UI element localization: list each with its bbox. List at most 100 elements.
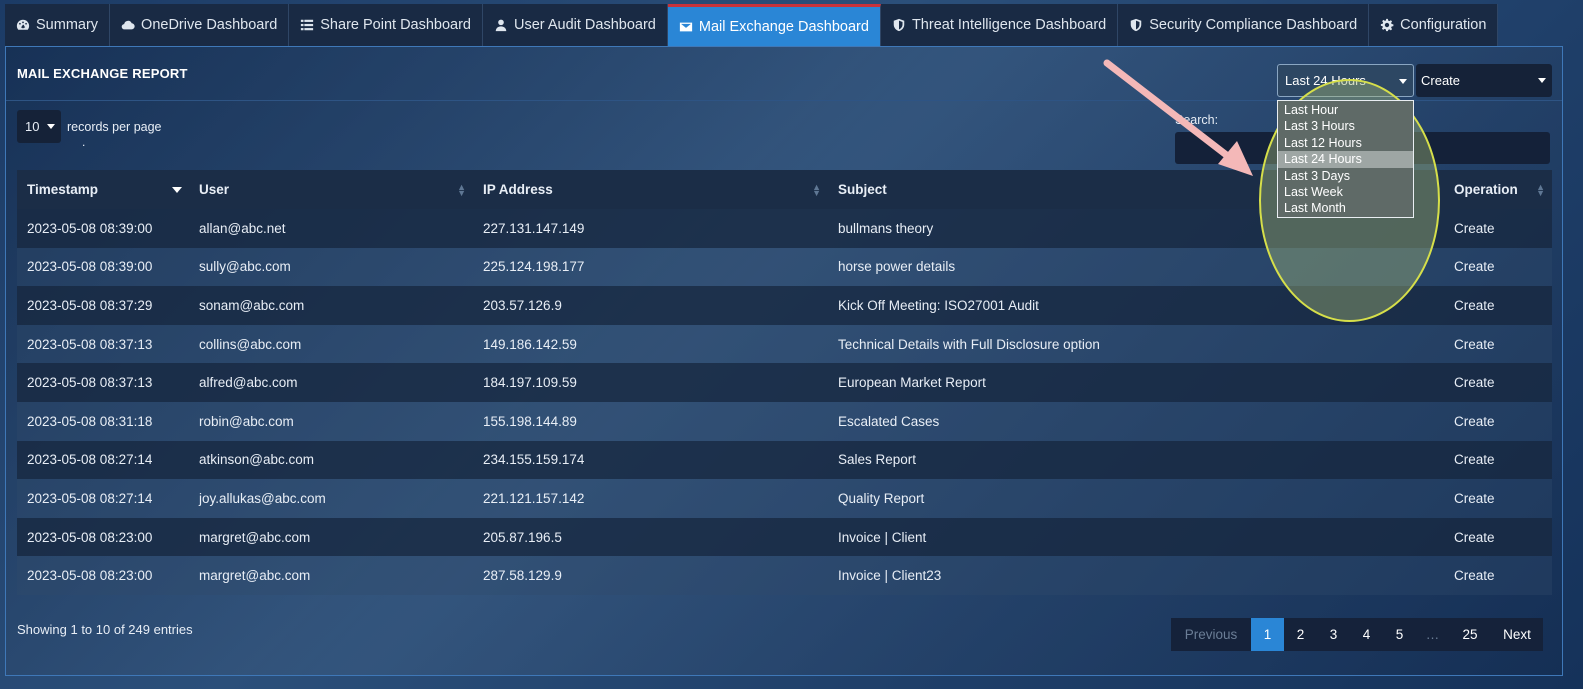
pagination-next[interactable]: Next xyxy=(1491,618,1543,651)
cell-user: alfred@abc.com xyxy=(199,375,298,391)
cell-user: margret@abc.com xyxy=(199,568,311,584)
list-icon xyxy=(300,18,314,32)
dashboard-icon xyxy=(16,18,30,32)
cell-user: joy.allukas@abc.com xyxy=(199,490,326,506)
cell-ip-address: 149.186.142.59 xyxy=(483,336,577,352)
pagination-previous[interactable]: Previous xyxy=(1171,618,1251,651)
cell-ip-address: 225.124.198.177 xyxy=(483,259,585,275)
tab-security-compliance-dashboard[interactable]: Security Compliance Dashboard xyxy=(1118,4,1370,46)
records-per-page-select[interactable]: 10 xyxy=(17,110,61,143)
cell-subject: horse power details xyxy=(838,259,956,275)
column-header-user[interactable]: User ▲ ▼ xyxy=(189,182,473,197)
stray-dot: . xyxy=(82,135,86,149)
tab-label: Summary xyxy=(36,17,99,33)
cell-ip-address: 287.58.129.9 xyxy=(483,568,562,584)
time-option-last-3-hours[interactable]: Last 3 Hours xyxy=(1278,118,1413,134)
column-header-timestamp[interactable]: Timestamp xyxy=(17,182,189,197)
envelope-icon xyxy=(679,20,693,34)
tab-mail-exchange-dashboard[interactable]: Mail Exchange Dashboard xyxy=(667,4,881,46)
records-per-page-control: 10 records per page xyxy=(17,110,162,143)
cell-timestamp: 2023-05-08 08:27:14 xyxy=(27,490,153,506)
table-info: Showing 1 to 10 of 249 entries xyxy=(17,622,193,637)
cell-operation: Create xyxy=(1454,452,1495,468)
column-header-ip-address[interactable]: IP Address ▲ ▼ xyxy=(473,182,828,197)
mail-exchange-report-panel: MAIL EXCHANGE REPORT Last 24 Hours Creat… xyxy=(5,46,1563,676)
time-range-select[interactable]: Last 24 Hours xyxy=(1277,64,1414,97)
search-label: Search: xyxy=(1175,113,1219,127)
cell-ip-address: 203.57.126.9 xyxy=(483,297,562,313)
time-option-last-month[interactable]: Last Month xyxy=(1278,200,1413,216)
cell-operation: Create xyxy=(1454,529,1495,545)
table-row: 2023-05-08 08:27:14 atkinson@abc.com 234… xyxy=(17,440,1552,480)
chevron-down-icon xyxy=(47,124,55,129)
table-row: 2023-05-08 08:27:14 joy.allukas@abc.com … xyxy=(17,479,1552,518)
cell-user: sonam@abc.com xyxy=(199,297,305,313)
cell-user: allan@abc.net xyxy=(199,220,286,236)
sort-icon: ▲ ▼ xyxy=(812,181,821,198)
tab-label: OneDrive Dashboard xyxy=(141,17,278,33)
cell-timestamp: 2023-05-08 08:31:18 xyxy=(27,413,153,429)
table-row: 2023-05-08 08:31:18 robin@abc.com 155.19… xyxy=(17,401,1552,441)
tab-label: Share Point Dashboard xyxy=(320,17,472,33)
pagination-page-25[interactable]: 25 xyxy=(1449,618,1491,651)
time-option-last-12-hours[interactable]: Last 12 Hours xyxy=(1278,135,1413,151)
cell-operation: Create xyxy=(1454,490,1495,506)
time-option-last-week[interactable]: Last Week xyxy=(1278,184,1413,200)
time-option-last-24-hours[interactable]: Last 24 Hours xyxy=(1278,151,1413,168)
cell-operation: Create xyxy=(1454,220,1495,236)
table-row: 2023-05-08 08:23:00 margret@abc.com 205.… xyxy=(17,517,1552,557)
cell-operation: Create xyxy=(1454,336,1495,352)
cell-timestamp: 2023-05-08 08:39:00 xyxy=(27,259,153,275)
table-row: 2023-05-08 08:23:00 margret@abc.com 287.… xyxy=(17,556,1552,595)
cell-timestamp: 2023-05-08 08:23:00 xyxy=(27,529,153,545)
cell-operation: Create xyxy=(1454,297,1495,313)
tab-share-point-dashboard[interactable]: Share Point Dashboard xyxy=(289,4,484,46)
cell-operation: Create xyxy=(1454,375,1495,391)
time-option-last-3-days[interactable]: Last 3 Days xyxy=(1278,168,1413,184)
cell-subject: Quality Report xyxy=(838,490,925,506)
time-option-last-hour[interactable]: Last Hour xyxy=(1278,102,1413,118)
cell-subject: Kick Off Meeting: ISO27001 Audit xyxy=(838,297,1039,313)
tab-label: Mail Exchange Dashboard xyxy=(698,18,869,35)
cell-subject: Technical Details with Full Disclosure o… xyxy=(838,336,1100,352)
pagination-page-5[interactable]: 5 xyxy=(1383,618,1416,651)
chevron-down-icon xyxy=(1538,78,1546,83)
cell-subject: European Market Report xyxy=(838,375,986,391)
pagination: Previous 1 2 3 4 5 … 25 Next xyxy=(1171,618,1543,651)
cell-timestamp: 2023-05-08 08:37:13 xyxy=(27,336,153,352)
cell-subject: bullmans theory xyxy=(838,220,934,236)
shield-icon xyxy=(892,18,906,32)
operation-select[interactable]: Create xyxy=(1416,64,1552,97)
dashboard-tab-bar: Summary OneDrive Dashboard Share Point D… xyxy=(5,4,1499,46)
cell-ip-address: 205.87.196.5 xyxy=(483,529,562,545)
mail-exchange-table: Timestamp User ▲ ▼ IP Address ▲ ▼ Subject … xyxy=(17,170,1552,595)
cell-subject: Invoice | Client xyxy=(838,529,927,545)
operation-value: Create xyxy=(1421,73,1461,88)
pagination-page-1[interactable]: 1 xyxy=(1251,618,1284,651)
tab-label: Threat Intelligence Dashboard xyxy=(911,17,1107,33)
tab-threat-intelligence-dashboard[interactable]: Threat Intelligence Dashboard xyxy=(880,4,1119,46)
column-header-operation[interactable]: Operation ▲ ▼ xyxy=(1445,182,1552,197)
tab-user-audit-dashboard[interactable]: User Audit Dashboard xyxy=(483,4,668,46)
pagination-page-2[interactable]: 2 xyxy=(1284,618,1317,651)
chevron-down-icon xyxy=(1399,79,1407,84)
user-icon xyxy=(494,18,508,32)
panel-title: MAIL EXCHANGE REPORT xyxy=(17,66,188,81)
cell-timestamp: 2023-05-08 08:37:29 xyxy=(27,297,153,313)
tab-configuration[interactable]: Configuration xyxy=(1369,4,1499,46)
table-row: 2023-05-08 08:37:13 alfred@abc.com 184.1… xyxy=(17,363,1552,402)
cell-subject: Escalated Cases xyxy=(838,413,940,429)
cell-subject: Invoice | Client23 xyxy=(838,568,942,584)
pagination-ellipsis: … xyxy=(1416,618,1449,651)
cell-user: margret@abc.com xyxy=(199,529,311,545)
tab-label: Configuration xyxy=(1400,17,1487,33)
table-row: 2023-05-08 08:37:13 collins@abc.com 149.… xyxy=(17,324,1552,364)
tab-summary[interactable]: Summary xyxy=(5,4,111,46)
pagination-page-4[interactable]: 4 xyxy=(1350,618,1383,651)
sort-icon: ▲ ▼ xyxy=(1536,181,1545,198)
cell-timestamp: 2023-05-08 08:27:14 xyxy=(27,452,153,468)
pagination-page-3[interactable]: 3 xyxy=(1317,618,1350,651)
tab-onedrive-dashboard[interactable]: OneDrive Dashboard xyxy=(110,4,290,46)
cell-ip-address: 234.155.159.174 xyxy=(483,452,585,468)
cell-timestamp: 2023-05-08 08:37:13 xyxy=(27,375,153,391)
